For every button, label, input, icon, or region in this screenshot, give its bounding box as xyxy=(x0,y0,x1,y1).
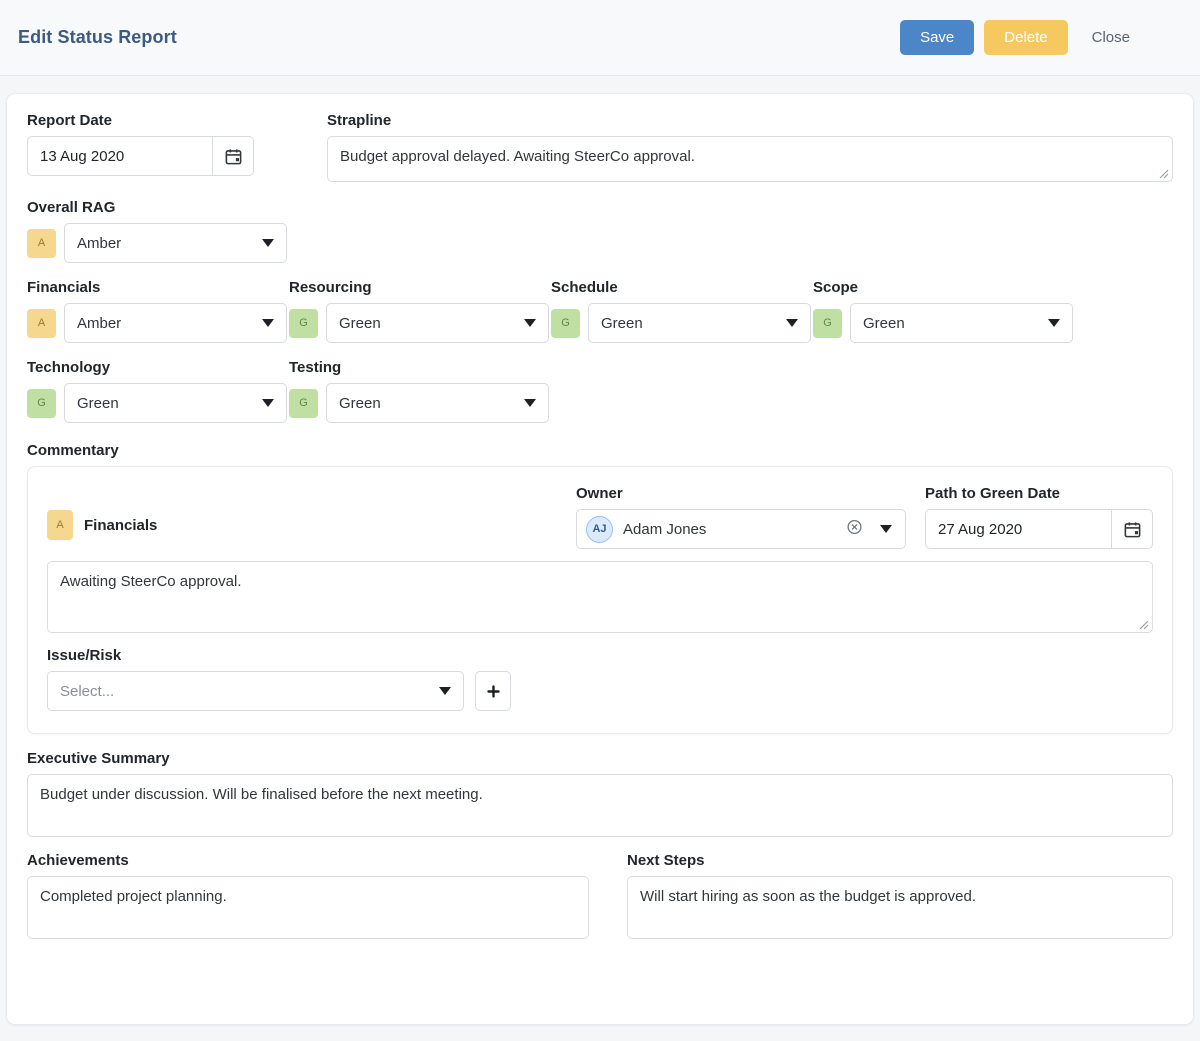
testing-select[interactable]: Green xyxy=(326,383,549,423)
commentary-label: Commentary xyxy=(27,442,119,459)
rag-field-scope: Scope G Green xyxy=(813,279,1075,343)
commentary-badge: A xyxy=(47,510,73,540)
add-issue-risk-button[interactable] xyxy=(475,671,511,711)
strapline-group: Strapline Budget approval delayed. Await… xyxy=(327,112,1173,182)
resourcing-select[interactable]: Green xyxy=(326,303,549,343)
technology-label: Technology xyxy=(27,359,111,376)
schedule-select[interactable]: Green xyxy=(588,303,811,343)
owner-group: Owner AJ Adam Jones xyxy=(576,485,914,549)
chevron-down-icon[interactable] xyxy=(786,319,798,327)
owner-label: Owner xyxy=(576,485,623,502)
achievements-label: Achievements xyxy=(27,852,129,869)
resourcing-label: Resourcing xyxy=(289,279,372,296)
calendar-icon[interactable] xyxy=(212,136,254,176)
edit-status-report-card: Report Date 13 Aug 2020 Strapline Budget… xyxy=(6,93,1194,1025)
overall-rag-label: Overall RAG xyxy=(27,199,116,216)
chevron-down-icon[interactable] xyxy=(524,399,536,407)
path-to-green-field[interactable]: 27 Aug 2020 xyxy=(925,509,1153,549)
next-steps-textarea[interactable]: Will start hiring as soon as the budget … xyxy=(627,876,1173,939)
executive-summary-textarea[interactable]: Budget under discussion. Will be finalis… xyxy=(27,774,1173,837)
schedule-value: Green xyxy=(601,314,643,332)
close-button[interactable]: Close xyxy=(1078,20,1144,55)
strapline-label: Strapline xyxy=(327,112,392,129)
achievements-value: Completed project planning. xyxy=(40,888,227,905)
path-to-green-group: Path to Green Date 27 Aug 2020 xyxy=(925,485,1153,549)
commentary-textarea[interactable]: Awaiting SteerCo approval. xyxy=(47,561,1153,633)
rag-field-technology: Technology G Green xyxy=(27,359,289,423)
page-title: Edit Status Report xyxy=(18,27,177,47)
chevron-down-icon[interactable] xyxy=(262,319,274,327)
chevron-down-icon[interactable] xyxy=(262,239,274,247)
page-header: Edit Status Report Save Delete Close xyxy=(0,0,1200,76)
resourcing-badge: G xyxy=(289,308,318,338)
owner-name: Adam Jones xyxy=(623,520,707,538)
financials-value: Amber xyxy=(77,314,122,332)
report-date-group: Report Date 13 Aug 2020 xyxy=(27,112,327,182)
schedule-label: Schedule xyxy=(551,279,618,296)
financials-select[interactable]: Amber xyxy=(64,303,287,343)
avatar: AJ xyxy=(586,515,613,543)
issue-risk-placeholder: Select... xyxy=(60,682,115,700)
resourcing-value: Green xyxy=(339,314,381,332)
report-date-label: Report Date xyxy=(27,112,113,129)
technology-badge: G xyxy=(27,388,56,418)
overall-rag-badge: A xyxy=(27,228,56,258)
commentary-card: A Financials Owner AJ Adam Jones Path to… xyxy=(27,466,1173,734)
path-to-green-input[interactable]: 27 Aug 2020 xyxy=(925,509,1111,549)
overall-rag-select[interactable]: Amber xyxy=(64,223,287,263)
issue-risk-select[interactable]: Select... xyxy=(47,671,464,711)
overall-rag-value: Amber xyxy=(77,234,122,252)
clear-icon[interactable] xyxy=(846,519,863,540)
executive-summary-label: Executive Summary xyxy=(27,750,170,767)
rag-field-resourcing: Resourcing G Green xyxy=(289,279,551,343)
commentary-section: Commentary A Financials Owner AJ Adam Jo… xyxy=(27,442,1173,734)
testing-label: Testing xyxy=(289,359,342,376)
chevron-down-icon[interactable] xyxy=(439,687,451,695)
strapline-textarea[interactable]: Budget approval delayed. Awaiting SteerC… xyxy=(327,136,1173,182)
achievements-group: Achievements Completed project planning. xyxy=(27,852,589,939)
scope-select[interactable]: Green xyxy=(850,303,1073,343)
commentary-heading: A Financials xyxy=(47,510,576,549)
chevron-down-icon[interactable] xyxy=(880,525,892,533)
testing-value: Green xyxy=(339,394,381,412)
achievements-textarea[interactable]: Completed project planning. xyxy=(27,876,589,939)
report-date-input[interactable]: 13 Aug 2020 xyxy=(27,136,212,176)
executive-summary-value: Budget under discussion. Will be finalis… xyxy=(40,786,483,803)
issue-risk-label: Issue/Risk xyxy=(47,647,122,664)
scope-label: Scope xyxy=(813,279,859,296)
strapline-value: Budget approval delayed. Awaiting SteerC… xyxy=(340,148,695,165)
header-actions: Save Delete Close xyxy=(900,20,1144,55)
chevron-down-icon[interactable] xyxy=(262,399,274,407)
technology-select[interactable]: Green xyxy=(64,383,287,423)
scope-value: Green xyxy=(863,314,905,332)
scope-badge: G xyxy=(813,308,842,338)
financials-label: Financials xyxy=(27,279,101,296)
owner-select[interactable]: AJ Adam Jones xyxy=(576,509,906,549)
technology-value: Green xyxy=(77,394,119,412)
next-steps-value: Will start hiring as soon as the budget … xyxy=(640,888,977,905)
commentary-text: Awaiting SteerCo approval. xyxy=(60,573,242,590)
schedule-badge: G xyxy=(551,308,580,338)
issue-risk-group: Issue/Risk Select... xyxy=(47,647,1153,711)
rag-field-schedule: Schedule G Green xyxy=(551,279,813,343)
next-steps-group: Next Steps Will start hiring as soon as … xyxy=(627,852,1173,939)
commentary-title: Financials xyxy=(84,516,158,534)
resize-handle-icon[interactable] xyxy=(1155,165,1169,179)
rag-field-testing: Testing G Green xyxy=(289,359,551,423)
save-button[interactable]: Save xyxy=(900,20,975,55)
report-date-field[interactable]: 13 Aug 2020 xyxy=(27,136,254,176)
rag-field-financials: Financials A Amber xyxy=(27,279,289,343)
financials-badge: A xyxy=(27,308,56,338)
calendar-icon[interactable] xyxy=(1111,509,1153,549)
chevron-down-icon[interactable] xyxy=(524,319,536,327)
path-to-green-label: Path to Green Date xyxy=(925,485,1061,502)
chevron-down-icon[interactable] xyxy=(1048,319,1060,327)
delete-button[interactable]: Delete xyxy=(984,20,1068,55)
executive-summary-group: Executive Summary Budget under discussio… xyxy=(27,750,1173,837)
testing-badge: G xyxy=(289,388,318,418)
overall-rag-group: Overall RAG A Amber xyxy=(27,199,1173,263)
next-steps-label: Next Steps xyxy=(627,852,705,869)
resize-handle-icon[interactable] xyxy=(1135,616,1149,630)
